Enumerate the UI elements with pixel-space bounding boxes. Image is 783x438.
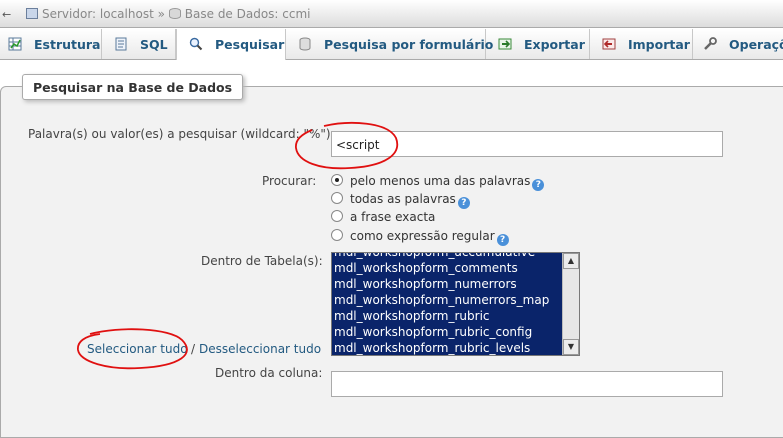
- option-regex-label: como expressão regular: [350, 229, 495, 243]
- option-exact-phrase-label: a frase exacta: [350, 210, 436, 224]
- list-item[interactable]: mdl_workshopform_numerrors_map: [332, 292, 561, 308]
- tab-sql[interactable]: SQL: [102, 29, 176, 59]
- help-icon[interactable]: ?: [532, 179, 545, 191]
- radio-exact-phrase[interactable]: [331, 210, 343, 222]
- scroll-up-icon[interactable]: ▲: [563, 253, 579, 269]
- option-all-words[interactable]: todas as palavras?: [350, 192, 470, 209]
- tab-bar: Estrutura SQL Pesquisar Pesquisa por for…: [0, 29, 783, 60]
- link-separator: /: [191, 342, 196, 356]
- tab-export[interactable]: Exportar: [486, 29, 590, 59]
- list-item[interactable]: mdl_workshopform_rubric_config: [332, 324, 561, 340]
- select-all-link[interactable]: Seleccionar tudo: [87, 342, 188, 356]
- sql-icon: [115, 37, 127, 51]
- database-icon: [168, 8, 181, 19]
- import-icon: [602, 38, 616, 50]
- tab-import[interactable]: Importar: [590, 29, 693, 59]
- back-arrow-icon[interactable]: ←: [2, 8, 11, 21]
- tab-search[interactable]: Pesquisar: [176, 29, 286, 60]
- tab-structure-label: Estrutura: [34, 37, 101, 52]
- tables-listbox[interactable]: mdl_workshopform_accumulative mdl_worksh…: [331, 252, 580, 356]
- radio-all-words[interactable]: [331, 192, 343, 204]
- list-item[interactable]: mdl_workshopform_comments: [332, 260, 561, 276]
- tab-query-form-label: Pesquisa por formulário: [324, 37, 494, 52]
- fieldset-legend: Pesquisar na Base de Dados: [22, 74, 244, 100]
- find-label: Procurar:: [262, 174, 317, 188]
- search-icon: [189, 37, 203, 51]
- query-form-icon: [299, 37, 311, 51]
- structure-icon: [8, 37, 22, 51]
- breadcrumb: Servidor: localhost » Base de Dados: ccm…: [26, 7, 311, 21]
- radio-regex[interactable]: [331, 229, 343, 241]
- breadcrumb-separator: »: [157, 7, 165, 21]
- server-icon: [26, 8, 38, 19]
- list-item[interactable]: mdl_workshopform_numerrors: [332, 276, 561, 292]
- option-at-least-one[interactable]: pelo menos uma das palavras?: [350, 174, 545, 191]
- column-label: Dentro da coluna:: [215, 366, 323, 380]
- tab-export-label: Exportar: [524, 37, 585, 52]
- search-words-input[interactable]: <script: [331, 131, 723, 157]
- help-icon[interactable]: ?: [496, 234, 509, 246]
- list-item[interactable]: mdl_workshopform_rubric: [332, 308, 561, 324]
- tab-import-label: Importar: [628, 37, 690, 52]
- breadcrumb-database[interactable]: Base de Dados: ccmi: [185, 7, 311, 21]
- column-input[interactable]: [331, 371, 723, 397]
- list-item[interactable]: mdl_workshopform_accumulative: [332, 253, 561, 260]
- search-words-label: Palavra(s) ou valor(es) a pesquisar (wil…: [28, 127, 335, 141]
- option-all-words-label: todas as palavras: [350, 192, 456, 206]
- listbox-scrollbar[interactable]: ▲ ▼: [562, 253, 579, 355]
- tables-label: Dentro de Tabela(s):: [201, 254, 323, 268]
- operations-icon: [704, 37, 717, 50]
- tab-sql-label: SQL: [140, 37, 168, 52]
- scroll-down-icon[interactable]: ▼: [563, 339, 579, 355]
- option-exact-phrase[interactable]: a frase exacta: [350, 210, 435, 224]
- tab-query-form[interactable]: Pesquisa por formulário: [286, 29, 493, 59]
- option-regex[interactable]: como expressão regular?: [350, 229, 509, 246]
- tab-operations[interactable]: Operaçõ: [693, 29, 783, 59]
- breadcrumb-bar: ← Servidor: localhost » Base de Dados: c…: [0, 0, 783, 28]
- option-at-least-one-label: pelo menos uma das palavras: [350, 174, 531, 188]
- tab-structure[interactable]: Estrutura: [0, 29, 102, 59]
- export-icon: [498, 38, 512, 50]
- tab-search-label: Pesquisar: [215, 37, 285, 52]
- breadcrumb-server[interactable]: Servidor: localhost: [42, 7, 154, 21]
- radio-at-least-one[interactable]: [331, 174, 343, 186]
- deselect-all-link[interactable]: Desseleccionar tudo: [199, 342, 321, 356]
- tab-operations-label: Operaçõ: [729, 37, 783, 52]
- help-icon[interactable]: ?: [457, 197, 470, 209]
- list-item[interactable]: mdl_workshopform_rubric_levels: [332, 340, 561, 355]
